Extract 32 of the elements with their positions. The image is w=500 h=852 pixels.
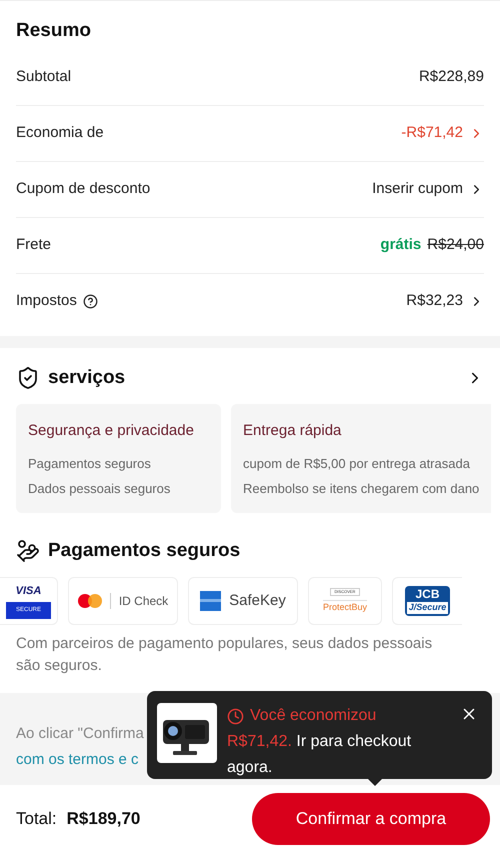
- jcb-secure-logo: JCB J/Secure: [392, 577, 462, 625]
- toast-title: Você economizou: [250, 706, 376, 726]
- row-label: Economia de: [16, 122, 104, 143]
- toast-message: R$71,42. Ir para checkout agora.: [227, 732, 412, 778]
- total-label: Total:: [16, 808, 57, 830]
- row-value[interactable]: R$32,23: [406, 290, 463, 313]
- row-value: R$228,89: [418, 66, 484, 87]
- row-value: grátis: [380, 234, 422, 255]
- row-label: Subtotal: [16, 66, 72, 87]
- total-price: R$189,70: [66, 808, 140, 830]
- service-card[interactable]: Entrega rápida cupom de R$5,00 por entrega atrasada Reembolso se itens chegarem com dano: [231, 404, 491, 512]
- confirm-purchase-button[interactable]: Confirmar a compra: [252, 792, 490, 844]
- tooltip-pointer: [368, 779, 382, 786]
- payment-note: Com parceiros de pagamento populares, seus dados pessoais são seguros.: [16, 634, 434, 676]
- section-title: Pagamentos seguros: [48, 538, 240, 562]
- clock-icon: [227, 708, 244, 724]
- help-icon[interactable]: [82, 294, 98, 309]
- row-label: Impostos: [16, 291, 77, 312]
- row-label: Frete: [16, 234, 52, 255]
- section-title: serviços: [48, 366, 126, 390]
- old-price: R$24,00: [427, 234, 484, 255]
- summary-title: Resumo: [16, 19, 92, 43]
- legal-text: Ao clicar "Confirma: [16, 724, 144, 744]
- amex-safekey-logo: SafeKey: [188, 577, 298, 625]
- row-value[interactable]: -R$71,42: [401, 122, 463, 144]
- shield-check-icon: [16, 366, 40, 390]
- row-label: Cupom de desconto: [16, 178, 150, 199]
- service-card[interactable]: Segurança e privacidade Pagamentos seguros Dados pessoais seguros: [16, 404, 221, 512]
- row-value[interactable]: Inserir cupom: [372, 178, 463, 200]
- savings-tooltip[interactable]: Você economizou R$71,42. Ir para checkout agora.: [147, 691, 492, 779]
- mastercard-id-check-logo: ID Check: [68, 577, 178, 625]
- hand-coin-icon: [16, 538, 40, 563]
